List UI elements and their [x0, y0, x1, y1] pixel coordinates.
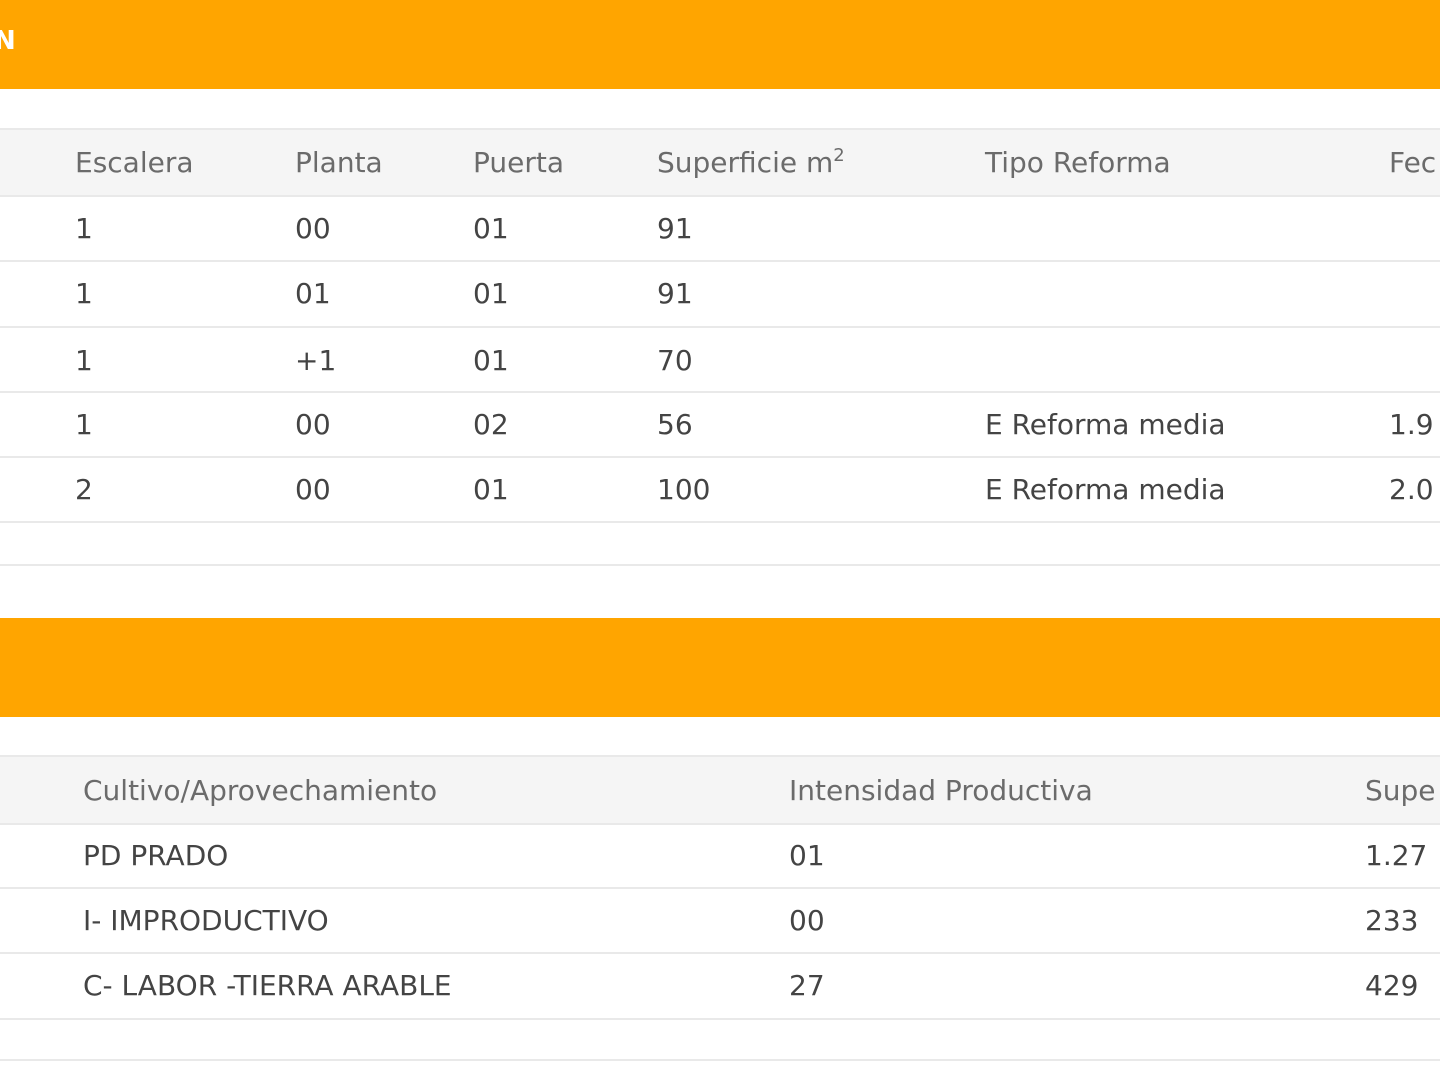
cell-intensidad: 27 [789, 969, 825, 1002]
divider [0, 952, 1440, 954]
cell-escalera: 1 [75, 212, 93, 245]
cell-planta: 00 [295, 408, 331, 441]
cell-planta: 00 [295, 473, 331, 506]
cell-fecha: 2.0 [1389, 473, 1434, 506]
cell-cultivo: I- IMPRODUCTIVO [83, 904, 329, 937]
divider [0, 128, 1440, 130]
column-header-puerta: Puerta [473, 146, 565, 179]
divider [0, 1018, 1440, 1020]
cell-escalera: 1 [75, 277, 93, 310]
cell-superficie: 233 [1365, 904, 1419, 937]
cell-superficie: 70 [657, 344, 693, 377]
cell-superficie: 100 [657, 473, 711, 506]
divider [0, 755, 1440, 757]
cell-cultivo: PD PRADO [83, 839, 229, 872]
cell-escalera: 2 [75, 473, 93, 506]
divider [0, 326, 1440, 328]
cell-planta: 00 [295, 212, 331, 245]
cell-intensidad: 00 [789, 904, 825, 937]
cell-puerta: 01 [473, 277, 509, 310]
cell-superficie: 91 [657, 212, 693, 245]
cell-superficie: 429 [1365, 969, 1419, 1002]
cell-superficie: 1.27 [1365, 839, 1428, 872]
divider [0, 564, 1440, 566]
column-header-escalera: Escalera [75, 146, 194, 179]
section-header-construcciones: N [0, 0, 1440, 89]
section-title: N [0, 26, 16, 56]
column-header-tipo-reforma: Tipo Reforma [985, 146, 1171, 179]
divider [0, 195, 1440, 197]
cell-cultivo: C- LABOR -TIERRA ARABLE [83, 969, 452, 1002]
cell-superficie: 56 [657, 408, 693, 441]
divider [0, 1059, 1440, 1061]
cell-fecha: 1.9 [1389, 408, 1434, 441]
divider [0, 887, 1440, 889]
cell-tipo-reforma: E Reforma media [985, 473, 1226, 506]
divider [0, 260, 1440, 262]
divider [0, 456, 1440, 458]
divider [0, 823, 1440, 825]
cell-planta: 01 [295, 277, 331, 310]
cell-puerta: 02 [473, 408, 509, 441]
cell-escalera: 1 [75, 344, 93, 377]
column-header-intensidad: Intensidad Productiva [789, 774, 1093, 807]
section-header-cultivos [0, 618, 1440, 717]
cell-puerta: 01 [473, 473, 509, 506]
column-header-cultivo: Cultivo/Aprovechamiento [83, 774, 438, 807]
column-header-fecha: Fec [1389, 146, 1437, 179]
column-header-superficie: Supe [1365, 774, 1436, 807]
superficie-exponent: 2 [833, 145, 845, 166]
cell-tipo-reforma: E Reforma media [985, 408, 1226, 441]
column-header-superficie: Superficie m2 [657, 146, 845, 179]
divider [0, 391, 1440, 393]
cell-intensidad: 01 [789, 839, 825, 872]
cell-planta: +1 [295, 344, 337, 377]
cell-puerta: 01 [473, 344, 509, 377]
cell-puerta: 01 [473, 212, 509, 245]
cell-superficie: 91 [657, 277, 693, 310]
cell-escalera: 1 [75, 408, 93, 441]
column-header-planta: Planta [295, 146, 383, 179]
divider [0, 521, 1440, 523]
superficie-label: Superficie m [657, 146, 834, 179]
